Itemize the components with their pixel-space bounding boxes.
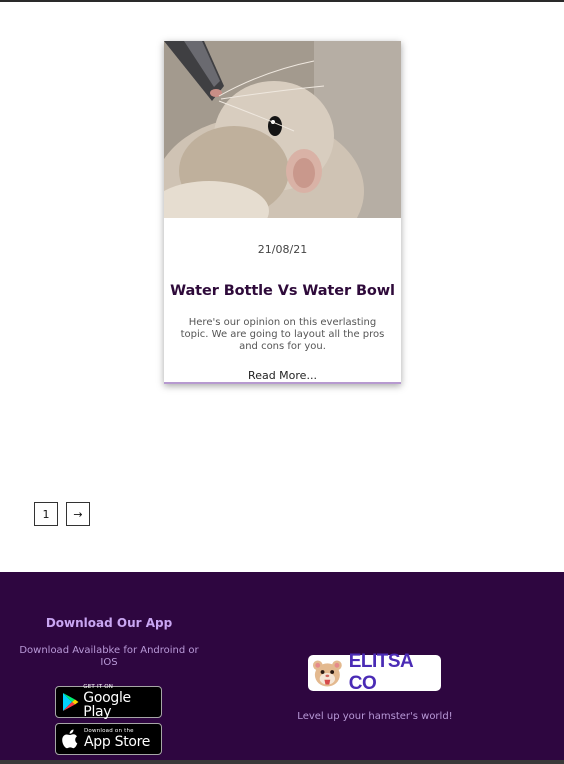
- apple-icon: [56, 729, 84, 749]
- hamster-logo-icon: [312, 660, 342, 687]
- post-title[interactable]: Water Bottle Vs Water Bowl: [164, 283, 401, 299]
- footer: Download Our App Download Availabke for …: [0, 572, 564, 760]
- blog-post-card[interactable]: 21/08/21 Water Bottle Vs Water Bowl Here…: [164, 41, 401, 384]
- download-app-heading: Download Our App: [45, 616, 173, 630]
- brand-logo[interactable]: ELITSA CO: [308, 651, 441, 694]
- footer-bottom-bar: [0, 760, 564, 764]
- blog-main: 21/08/21 Water Bottle Vs Water Bowl Here…: [0, 2, 564, 572]
- page-1-button[interactable]: 1: [34, 502, 58, 526]
- download-app-text: Download Availabke for Androind or IOS: [19, 645, 199, 668]
- app-store-button[interactable]: Download on the App Store: [55, 723, 162, 755]
- post-date: 21/08/21: [257, 243, 308, 256]
- post-excerpt: Here's our opinion on this everlasting t…: [180, 317, 385, 352]
- brand-name: ELITSA CO: [348, 651, 413, 694]
- brand-tagline: Level up your hamster's world!: [297, 711, 453, 722]
- next-page-button[interactable]: →: [66, 502, 90, 526]
- post-image-hamster[interactable]: [164, 41, 401, 218]
- google-play-icon: [56, 692, 83, 712]
- google-play-big-text: Google Play: [83, 689, 131, 720]
- app-store-big-text: App Store: [84, 733, 151, 750]
- pagination: 1 →: [34, 502, 90, 526]
- hamster-photo: [164, 41, 401, 218]
- google-play-button[interactable]: GET IT ON Google Play: [55, 685, 162, 720]
- read-more-link[interactable]: Read More...: [164, 369, 401, 382]
